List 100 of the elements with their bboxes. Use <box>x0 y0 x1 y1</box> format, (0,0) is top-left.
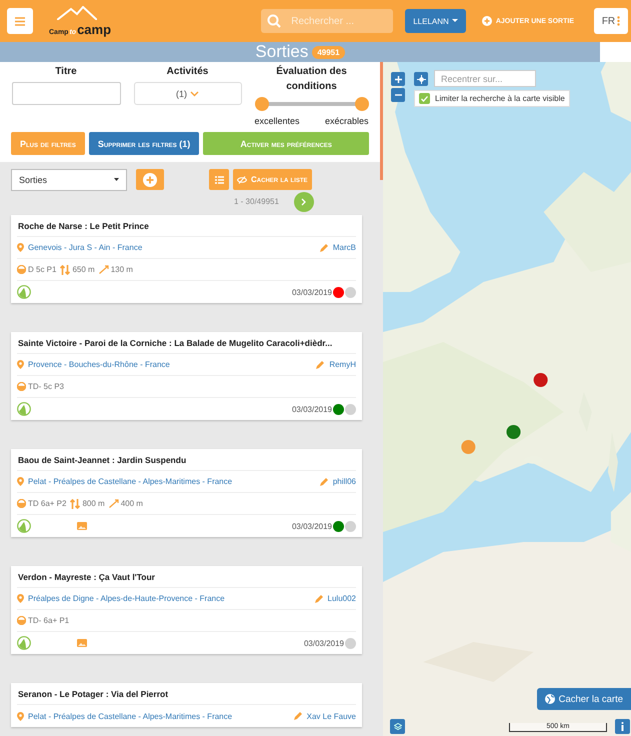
climbing-activity-icon <box>17 285 31 299</box>
author-link[interactable]: Xav Le Fauve <box>306 712 356 720</box>
author-link[interactable]: RemyH <box>329 360 356 369</box>
resize-handle[interactable] <box>380 62 383 180</box>
filter-button[interactable]: Supprimer les filtres (1) <box>88 132 200 155</box>
location-link[interactable]: Pelat - Préalpes de Castellane - Alpes-Maritimes - France <box>28 712 232 720</box>
rating-text: TD- 5c P3 <box>28 382 64 391</box>
search-icon <box>267 14 282 28</box>
location-pin-icon <box>17 243 24 252</box>
eye-slash-icon <box>237 176 247 184</box>
plus-circle-icon <box>143 172 157 186</box>
rating-text: 650 m <box>72 265 95 274</box>
caret-icon <box>114 178 119 182</box>
chevron-down-icon <box>190 90 199 96</box>
slider-handle[interactable] <box>354 97 368 111</box>
search-input[interactable]: Rechercher ... <box>289 14 380 28</box>
activities-dropdown[interactable]: (1) <box>134 82 242 105</box>
filter-label: Évaluation des conditions <box>275 64 348 94</box>
outing-card[interactable]: Sainte Victoire - Paroi de la Corniche : La Balade de Mugelito Caracoli+dièdr... Provence - Bouches-du-Rhône - France RemyH TD- 5c P3 03/03/2019 <box>11 332 362 420</box>
add-button[interactable] <box>136 169 164 190</box>
outing-date: 03/03/2019 <box>292 288 332 296</box>
outing-title: Roche de Narse : Le Petit Prince <box>17 220 149 230</box>
next-page-button[interactable] <box>294 192 314 212</box>
rating-text: 130 m <box>110 265 133 274</box>
menu-button[interactable] <box>7 8 33 34</box>
rating-text: 800 m <box>82 499 105 508</box>
pencil-icon <box>318 242 329 252</box>
status-dot <box>345 404 356 414</box>
outing-title: Sainte Victoire - Paroi de la Corniche : La Balade de Mugelito Caracoli+dièdr... <box>17 338 332 348</box>
title-input-field[interactable] <box>12 82 120 105</box>
zoom-out-button[interactable] <box>391 88 405 102</box>
info-button[interactable] <box>615 719 630 734</box>
climbing-activity-icon <box>17 402 31 416</box>
outing-card[interactable]: Seranon - Le Potager : Via del Pierrot Pelat - Préalpes de Castellane - Alpes-Maritimes - France Xav Le Fauve <box>11 683 362 727</box>
status-dot <box>345 286 356 298</box>
limit-search-checkbox[interactable]: Limiter la recherche à la carte visible <box>414 90 570 107</box>
location-link[interactable]: Provence - Bouches-du-Rhône - France <box>28 360 170 369</box>
location-pin-icon <box>17 712 24 720</box>
user-menu-button[interactable]: LLELANN <box>405 9 466 33</box>
climbing-activity-icon <box>17 519 31 533</box>
author-link[interactable]: MarcB <box>332 243 356 252</box>
chevron-right-icon <box>301 198 306 206</box>
locate-button[interactable] <box>414 72 428 86</box>
helmet-icon <box>17 616 26 625</box>
layers-icon <box>394 722 402 730</box>
filter-label: Titre <box>55 65 77 79</box>
list-icon <box>214 176 224 184</box>
recenter-field[interactable]: Recentrer sur... <box>434 70 536 87</box>
info-icon <box>621 722 624 731</box>
logo-text: camp <box>77 23 112 36</box>
climbing-activity-icon <box>17 636 31 650</box>
pencil-icon <box>314 594 324 604</box>
plus-circle-icon <box>482 16 492 26</box>
checkbox[interactable] <box>419 93 430 104</box>
rating-text: TD 6a+ P2 <box>28 499 66 508</box>
hide-map-button[interactable]: Cacher la carte <box>536 688 631 710</box>
outing-date: 03/03/2019 <box>292 404 332 414</box>
range-label: excellentes <box>254 116 300 126</box>
status-dot <box>345 520 356 532</box>
outing-title: Baou de Saint-Jeannet : Jardin Suspendu <box>17 454 186 464</box>
slope-icon <box>108 499 119 508</box>
more-icon <box>617 16 620 26</box>
location-link[interactable]: Pelat - Préalpes de Castellane - Alpes-Maritimes - France <box>28 477 232 486</box>
zoom-in-button[interactable] <box>391 72 405 86</box>
outing-title: Seranon - Le Potager : Via del Pierrot <box>17 688 168 698</box>
pagination-text: 1 - 30/49951 <box>234 196 279 206</box>
crosshair-icon <box>416 74 426 84</box>
rating-text: TD- 6a+ P1 <box>28 616 70 625</box>
outing-title: Verdon - Mayreste : Ça Vaut l'Tour <box>17 572 155 582</box>
range-label: exécrables <box>324 116 368 126</box>
list-view-button[interactable] <box>209 169 229 190</box>
layers-button[interactable] <box>390 719 405 734</box>
minus-icon <box>394 94 402 96</box>
height-arrows-icon <box>70 498 80 508</box>
search-field[interactable]: Rechercher ... <box>261 9 394 33</box>
mountain-logo-icon <box>57 6 97 20</box>
menu-icon <box>15 16 25 26</box>
location-link[interactable]: Préalpes de Digne - Alpes-de-Haute-Provence - France <box>28 594 225 603</box>
rating-text: D 5c P1 <box>28 265 56 274</box>
location-link[interactable]: Genevois - Jura S - Ain - France <box>28 243 142 252</box>
height-arrows-icon <box>60 264 70 274</box>
rating-text: 400 m <box>120 499 143 508</box>
status-dot <box>345 638 356 648</box>
author-link[interactable]: phill06 <box>332 477 356 486</box>
slope-icon <box>98 265 109 274</box>
outing-card[interactable]: Baou de Saint-Jeannet : Jardin Suspendu Pelat - Préalpes de Castellane - Alpes-Maritimes - France phill06 TD 6a+ P2 800 m 400 m 03/03/2019 <box>11 449 362 537</box>
caret-icon <box>452 19 458 23</box>
check-icon <box>421 96 428 102</box>
location-pin-icon <box>17 360 24 369</box>
outing-card[interactable]: Roche de Narse : Le Petit Prince Genevois - Jura S - Ain - France MarcB D 5c P1 650 m 130 m 03/03/2019 <box>11 215 362 303</box>
helmet-icon <box>17 499 26 508</box>
filter-label: Activités <box>166 65 208 79</box>
type-select[interactable]: Sorties <box>11 169 127 191</box>
author-link[interactable]: Lulu002 <box>328 594 356 603</box>
language-button[interactable]: FR <box>594 8 628 34</box>
location-pin-icon <box>17 594 24 603</box>
location-pin-icon <box>17 477 24 486</box>
outing-date: 03/03/2019 <box>292 522 332 530</box>
outing-card[interactable]: Verdon - Mayreste : Ça Vaut l'Tour Préalpes de Digne - Alpes-de-Haute-Provence - France Lulu002 TD- 6a+ P1 03/03/2019 <box>11 566 362 654</box>
slider-handle[interactable] <box>254 97 268 111</box>
